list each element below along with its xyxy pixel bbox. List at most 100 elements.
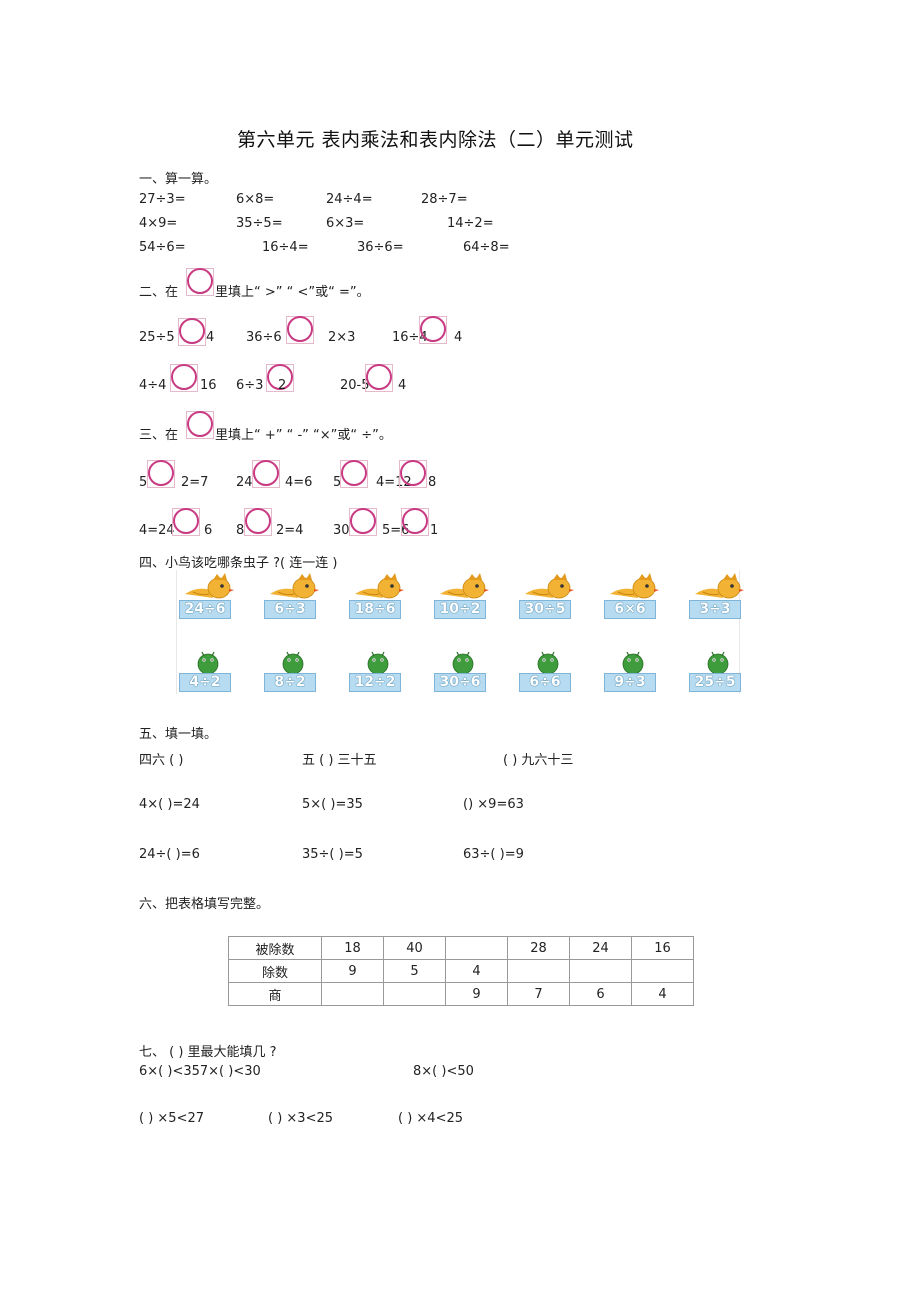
bird-card[interactable]: 6÷3 — [264, 600, 316, 619]
s3-item: 4=6 — [285, 475, 313, 490]
s2-item: 6÷3 — [236, 378, 264, 393]
answer-circle[interactable] — [187, 411, 213, 437]
bird-card[interactable]: 10÷2 — [434, 600, 486, 619]
bird-card[interactable]: 18÷6 — [349, 600, 401, 619]
answer-circle[interactable] — [173, 508, 199, 534]
worm-card[interactable]: 12÷2 — [349, 673, 401, 692]
answer-circle[interactable] — [179, 318, 205, 344]
s3-item: 6 — [204, 523, 213, 538]
table-cell[interactable] — [507, 959, 570, 983]
bird-card[interactable]: 30÷5 — [519, 600, 571, 619]
worm-card[interactable]: 6÷6 — [519, 673, 571, 692]
s3-item: 2=7 — [181, 475, 209, 490]
answer-circle[interactable] — [341, 460, 367, 486]
table-cell[interactable]: 4 — [445, 959, 508, 983]
worm-icon — [197, 651, 219, 675]
table-cell[interactable] — [383, 982, 446, 1006]
s2-item: 16 — [200, 378, 217, 393]
worm-icon — [452, 651, 474, 675]
worm-card[interactable]: 30÷6 — [434, 673, 486, 692]
answer-circle[interactable] — [366, 364, 392, 390]
s2-item: 2 — [278, 378, 287, 393]
s1-q: 28÷7= — [421, 192, 468, 207]
table-cell[interactable]: 40 — [383, 936, 446, 960]
table-cell[interactable]: 18 — [321, 936, 384, 960]
section-7-heading: 七、 ( ) 里最大能填几 ? — [139, 1045, 277, 1060]
bird-icon — [440, 573, 489, 599]
s5-item: () ×9=63 — [463, 797, 524, 812]
bird-icon — [185, 573, 234, 599]
table-cell[interactable] — [445, 936, 508, 960]
answer-circle[interactable] — [420, 316, 446, 342]
s7-item: 6×( )<357×( )<30 — [139, 1064, 261, 1079]
section-2-heading-post: 里填上“ >” “ <”或“ =”。 — [215, 285, 370, 300]
table-cell[interactable]: 24 — [569, 936, 632, 960]
answer-circle[interactable] — [187, 268, 213, 294]
bird-card[interactable]: 24÷6 — [179, 600, 231, 619]
worm-card[interactable]: 9÷3 — [604, 673, 656, 692]
s7-item: 8×( )<50 — [413, 1064, 474, 1079]
section-4-heading: 四、小鸟该吃哪条虫子 ?( 连一连 ) — [139, 556, 338, 571]
s7-item: ( ) ×5<27 — [139, 1111, 205, 1126]
table-cell[interactable] — [321, 982, 384, 1006]
answer-circle[interactable] — [402, 508, 428, 534]
s7-item: ( ) ×3<25 — [268, 1111, 334, 1126]
s2-item: 4 — [206, 330, 215, 345]
bird-card[interactable]: 3÷3 — [689, 600, 741, 619]
answer-circle[interactable] — [253, 460, 279, 486]
page-title: 第六单元 表内乘法和表内除法（二）单元测试 — [237, 129, 634, 151]
s2-item: 25÷5 — [139, 330, 175, 345]
s1-q: 14÷2= — [447, 216, 494, 231]
answer-circle[interactable] — [287, 316, 313, 342]
table-cell[interactable]: 5 — [383, 959, 446, 983]
s1-q: 16÷4= — [262, 240, 309, 255]
s5-item: 24÷( )=6 — [139, 847, 200, 862]
table-cell[interactable] — [569, 959, 632, 983]
answer-circle[interactable] — [148, 460, 174, 486]
worm-card[interactable]: 25÷5 — [689, 673, 741, 692]
bird-worm-picture: 24÷6 6÷3 18÷6 10÷2 30÷5 6×6 3÷3 4÷2 8÷2 12÷2 30÷6… — [176, 570, 744, 694]
worm-card[interactable]: 8÷2 — [264, 673, 316, 692]
s1-q: 27÷3= — [139, 192, 186, 207]
table-cell: 被除数 — [228, 936, 322, 960]
s7-item: ( ) ×4<25 — [398, 1111, 464, 1126]
table-cell[interactable] — [631, 959, 694, 983]
bird-card[interactable]: 6×6 — [604, 600, 656, 619]
section-3-heading-post: 里填上“ +” “ -” “×”或“ ÷”。 — [215, 428, 392, 443]
s2-item: 4÷4 — [139, 378, 167, 393]
worm-icon — [622, 651, 644, 675]
table-cell[interactable]: 7 — [507, 982, 570, 1006]
table-cell[interactable]: 28 — [507, 936, 570, 960]
answer-circle[interactable] — [245, 508, 271, 534]
s3-item: 24 — [236, 475, 253, 490]
s2-item: 36÷6 — [246, 330, 282, 345]
s1-q: 35÷5= — [236, 216, 283, 231]
section-2-heading-pre: 二、在 — [139, 285, 179, 300]
answer-circle[interactable] — [171, 364, 197, 390]
worm-card[interactable]: 4÷2 — [179, 673, 231, 692]
table-row: 除数 9 5 4 — [228, 959, 694, 983]
worm-icon — [367, 651, 389, 675]
s3-item: 2=4 — [276, 523, 304, 538]
s5-item: 63÷( )=9 — [463, 847, 524, 862]
table-cell[interactable]: 9 — [445, 982, 508, 1006]
table-cell[interactable]: 16 — [631, 936, 694, 960]
worm-icon — [282, 651, 304, 675]
worm-icon — [707, 651, 729, 675]
section-1-heading: 一、算一算。 — [139, 172, 218, 187]
answer-circle[interactable] — [400, 460, 426, 486]
table-cell[interactable]: 9 — [321, 959, 384, 983]
s3-item: 4=24 — [139, 523, 175, 538]
table-cell[interactable]: 4 — [631, 982, 694, 1006]
table-row: 被除数 18 40 28 24 16 — [228, 936, 694, 960]
s5-item: 五 ( ) 三十五 — [302, 753, 377, 768]
s3-item: 30 — [333, 523, 350, 538]
s5-item: 5×( )=35 — [302, 797, 363, 812]
table-cell: 商 — [228, 982, 322, 1006]
table-cell[interactable]: 6 — [569, 982, 632, 1006]
s1-q: 64÷8= — [463, 240, 510, 255]
s1-q: 36÷6= — [357, 240, 404, 255]
s2-item: 2×3 — [328, 330, 356, 345]
answer-circle[interactable] — [350, 508, 376, 534]
s5-item: 4×( )=24 — [139, 797, 200, 812]
